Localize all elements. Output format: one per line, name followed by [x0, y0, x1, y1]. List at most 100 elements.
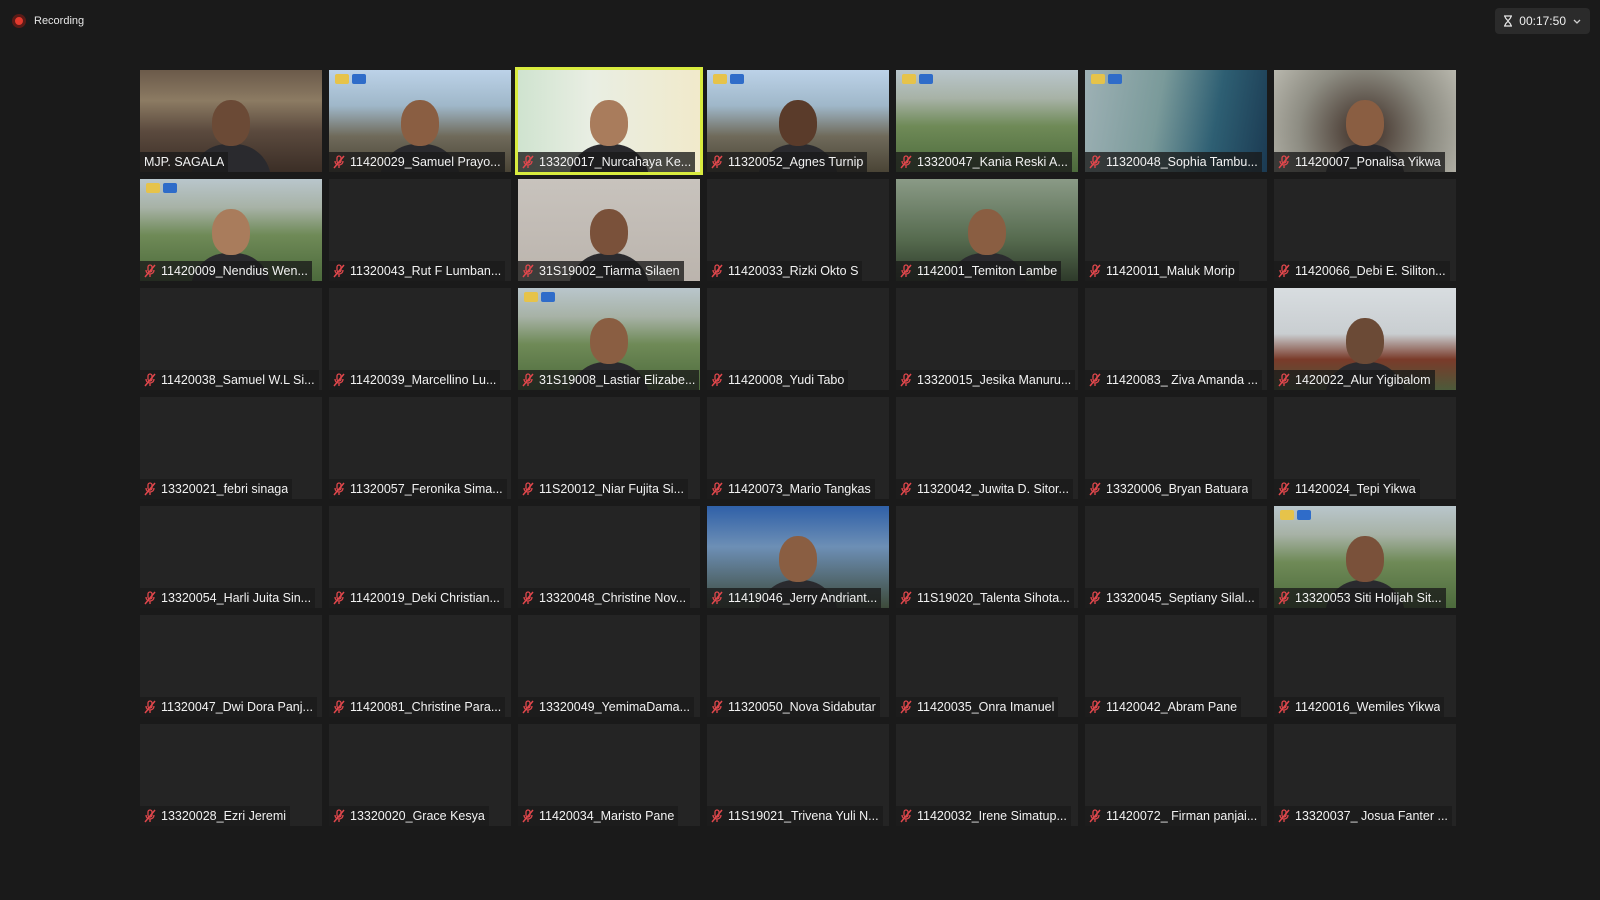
participant-tile[interactable]: 1142001_Temiton Lambe	[896, 179, 1078, 281]
participant-nameplate: 11420035_Onra Imanuel	[896, 697, 1059, 717]
participant-tile[interactable]: 13320028_Ezri Jeremi	[140, 724, 322, 826]
participant-tile[interactable]: 31S19008_Lastiar Elizabe...	[518, 288, 700, 390]
participant-tile[interactable]: 11420024_Tepi Yikwa	[1274, 397, 1456, 499]
participant-name: 11320042_Juwita D. Sitor...	[917, 482, 1069, 496]
participant-tile[interactable]: 11420038_Samuel W.L Si...	[140, 288, 322, 390]
participant-tile[interactable]: 11420009_Nendius Wen...	[140, 179, 322, 281]
participant-tile[interactable]: 13320020_Grace Kesya	[329, 724, 511, 826]
participant-tile[interactable]: 13320048_Christine Nov...	[518, 506, 700, 608]
institution-logo	[1091, 74, 1122, 84]
participant-tile[interactable]: MJP. SAGALA	[140, 70, 322, 172]
mic-muted-icon	[711, 591, 723, 605]
meeting-timer[interactable]: 00:17:50	[1495, 8, 1590, 34]
participant-tile[interactable]: 11419046_Jerry Andriant...	[707, 506, 889, 608]
participant-tile[interactable]: 11420066_Debi E. Siliton...	[1274, 179, 1456, 281]
participant-tile[interactable]: 11320043_Rut F Lumban...	[329, 179, 511, 281]
mic-muted-icon	[1278, 591, 1290, 605]
mic-muted-icon	[333, 591, 345, 605]
participant-name: 13320021_febri sinaga	[161, 482, 289, 496]
mic-muted-icon	[900, 264, 912, 278]
mic-muted-icon	[1278, 155, 1290, 169]
mic-muted-icon	[1089, 264, 1101, 278]
participant-tile[interactable]: 11420008_Yudi Tabo	[707, 288, 889, 390]
institution-logo	[524, 292, 555, 302]
participant-nameplate: 11420042_Abram Pane	[1085, 697, 1242, 717]
participant-tile[interactable]: 11320050_Nova Sidabutar	[707, 615, 889, 717]
mic-muted-icon	[144, 482, 156, 496]
mic-muted-icon	[1089, 591, 1101, 605]
participant-tile[interactable]: 11320057_Feronika Sima...	[329, 397, 511, 499]
participant-nameplate: 13320006_Bryan Batuara	[1085, 479, 1253, 499]
participant-name: 1142001_Temiton Lambe	[917, 264, 1058, 278]
participant-tile[interactable]: 11420032_Irene Simatup...	[896, 724, 1078, 826]
participant-tile[interactable]: 11420072_ Firman panjai...	[1085, 724, 1267, 826]
participant-name: 11320047_Dwi Dora Panj...	[161, 700, 313, 714]
participant-name: 11419046_Jerry Andriant...	[728, 591, 878, 605]
participant-nameplate: 11420039_Marcellino Lu...	[329, 370, 501, 390]
participant-name: 13320045_Septiany Silal...	[1106, 591, 1255, 605]
participant-name: 11420033_Rizki Okto S	[728, 264, 859, 278]
participant-tile[interactable]: 11420042_Abram Pane	[1085, 615, 1267, 717]
mic-muted-icon	[900, 482, 912, 496]
participant-nameplate: 13320037_ Josua Fanter ...	[1274, 806, 1452, 826]
mic-muted-icon	[522, 809, 534, 823]
participant-tile[interactable]: 11420019_Deki Christian...	[329, 506, 511, 608]
mic-muted-icon	[333, 700, 345, 714]
participant-name: 11420081_Christine Para...	[350, 700, 502, 714]
mic-muted-icon	[333, 264, 345, 278]
participant-tile[interactable]: 11420034_Maristo Pane	[518, 724, 700, 826]
participant-tile[interactable]: 13320047_Kania Reski A...	[896, 70, 1078, 172]
participant-tile[interactable]: 13320049_YemimaDama...	[518, 615, 700, 717]
participant-nameplate: 11S19020_Talenta Sihota...	[896, 588, 1074, 608]
participant-tile[interactable]: 11420007_Ponalisa Yikwa	[1274, 70, 1456, 172]
participant-nameplate: 11320052_Agnes Turnip	[707, 152, 868, 172]
participant-tile[interactable]: 11320047_Dwi Dora Panj...	[140, 615, 322, 717]
mic-muted-icon	[333, 373, 345, 387]
participant-tile[interactable]: 11420011_Maluk Morip	[1085, 179, 1267, 281]
participant-name: 11420019_Deki Christian...	[350, 591, 500, 605]
mic-muted-icon	[711, 700, 723, 714]
participant-tile[interactable]: 11320052_Agnes Turnip	[707, 70, 889, 172]
participant-tile[interactable]: 13320054_Harli Juita Sin...	[140, 506, 322, 608]
participant-tile[interactable]: 13320021_febri sinaga	[140, 397, 322, 499]
participant-tile[interactable]: 13320015_Jesika Manuru...	[896, 288, 1078, 390]
participant-tile[interactable]: 11420033_Rizki Okto S	[707, 179, 889, 281]
participant-tile[interactable]: 1420022_Alur Yigibalom	[1274, 288, 1456, 390]
participant-nameplate: 13320047_Kania Reski A...	[896, 152, 1072, 172]
mic-muted-icon	[1278, 700, 1290, 714]
participant-tile[interactable]: 11S19021_Trivena Yuli N...	[707, 724, 889, 826]
participant-tile[interactable]: 13320017_Nurcahaya Ke...	[515, 67, 703, 175]
participant-tile[interactable]: 11420083_ Ziva Amanda ...	[1085, 288, 1267, 390]
participant-tile[interactable]: 11420073_Mario Tangkas	[707, 397, 889, 499]
participant-tile[interactable]: 11S19020_Talenta Sihota...	[896, 506, 1078, 608]
participant-tile[interactable]: 11420039_Marcellino Lu...	[329, 288, 511, 390]
mic-muted-icon	[900, 700, 912, 714]
participant-tile[interactable]: 11S20012_Niar Fujita Si...	[518, 397, 700, 499]
participant-name: 11320043_Rut F Lumban...	[350, 264, 502, 278]
participant-name: 11420009_Nendius Wen...	[161, 264, 308, 278]
participant-tile[interactable]: 31S19002_Tiarma Silaen	[518, 179, 700, 281]
chevron-down-icon[interactable]	[1572, 16, 1582, 26]
participant-tile[interactable]: 13320045_Septiany Silal...	[1085, 506, 1267, 608]
participant-tile[interactable]: 11420035_Onra Imanuel	[896, 615, 1078, 717]
participant-tile[interactable]: 13320006_Bryan Batuara	[1085, 397, 1267, 499]
participant-nameplate: 13320053 Siti Holijah Sit...	[1274, 588, 1446, 608]
participant-tile[interactable]: 11420081_Christine Para...	[329, 615, 511, 717]
participant-tile[interactable]: 13320037_ Josua Fanter ...	[1274, 724, 1456, 826]
participant-nameplate: 11320047_Dwi Dora Panj...	[140, 697, 317, 717]
recording-indicator[interactable]: Recording	[12, 11, 84, 31]
participant-tile[interactable]: 11320048_Sophia Tambu...	[1085, 70, 1267, 172]
mic-muted-icon	[711, 155, 723, 169]
mic-muted-icon	[900, 373, 912, 387]
participant-nameplate: 11320050_Nova Sidabutar	[707, 697, 880, 717]
participant-tile[interactable]: 13320053 Siti Holijah Sit...	[1274, 506, 1456, 608]
mic-muted-icon	[711, 373, 723, 387]
participant-tile[interactable]: 11320042_Juwita D. Sitor...	[896, 397, 1078, 499]
participant-name: 11420073_Mario Tangkas	[728, 482, 871, 496]
participant-tile[interactable]: 11420016_Wemiles Yikwa	[1274, 615, 1456, 717]
participant-nameplate: MJP. SAGALA	[140, 152, 229, 172]
participant-nameplate: 11420038_Samuel W.L Si...	[140, 370, 319, 390]
mic-muted-icon	[1089, 482, 1101, 496]
participant-tile[interactable]: 11420029_Samuel Prayo...	[329, 70, 511, 172]
participant-nameplate: 11419046_Jerry Andriant...	[707, 588, 882, 608]
